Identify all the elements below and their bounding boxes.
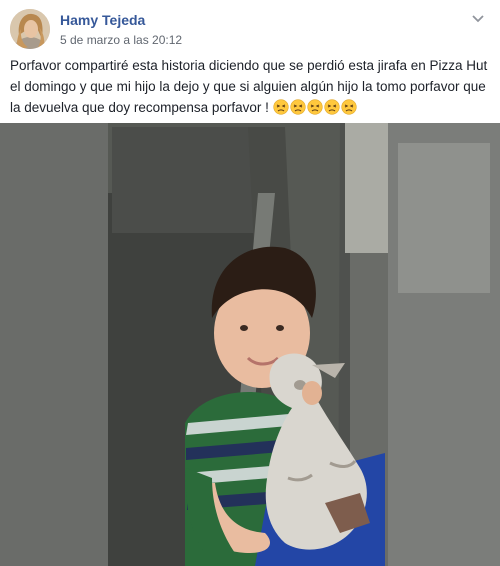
avatar-image	[10, 9, 50, 49]
post-header: Hamy Tejeda 5 de marzo a las 20:12	[10, 8, 490, 52]
post-video[interactable]	[0, 123, 500, 566]
facebook-post: Hamy Tejeda 5 de marzo a las 20:12 Porfa…	[0, 0, 500, 566]
persevering-face-icon	[290, 99, 306, 115]
post-text: Porfavor compartiré esta historia dicien…	[10, 55, 488, 118]
author-name[interactable]: Hamy Tejeda	[60, 12, 145, 28]
video-frame	[0, 123, 500, 566]
chevron-down-icon[interactable]	[470, 10, 486, 26]
author-avatar[interactable]	[10, 9, 50, 49]
post-message: Porfavor compartiré esta historia dicien…	[10, 58, 488, 115]
persevering-face-icon	[307, 99, 323, 115]
emoji-group	[273, 99, 357, 115]
persevering-face-icon	[273, 99, 289, 115]
post-timestamp[interactable]: 5 de marzo a las 20:12	[60, 33, 182, 47]
persevering-face-icon	[324, 99, 340, 115]
persevering-face-icon	[341, 99, 357, 115]
